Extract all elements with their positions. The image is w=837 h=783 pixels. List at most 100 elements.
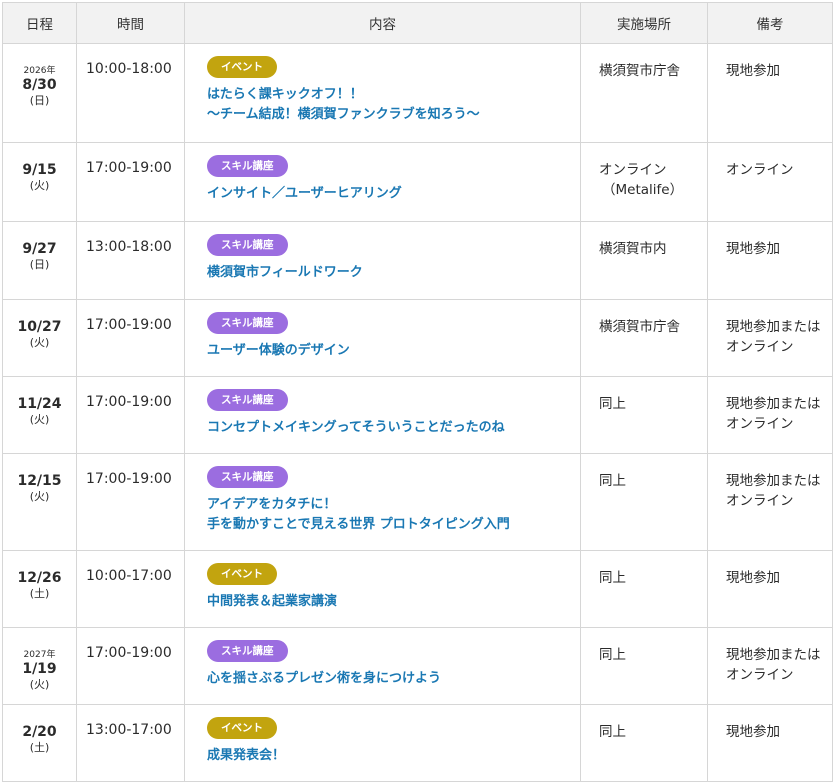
note-line1: 現地参加または — [726, 396, 821, 412]
category-badge: スキル講座 — [207, 466, 288, 488]
note-line1: 現地参加 — [726, 724, 780, 740]
header-content: 内容 — [184, 2, 581, 44]
schedule-time: 10:00-17:00 — [76, 550, 185, 628]
note-line2: オンライン — [726, 493, 794, 509]
header-row: 日程 時間 内容 実施場所 備考 — [2, 2, 833, 44]
place-line1: 同上 — [599, 570, 626, 586]
schedule-place-cell: 横須賀市庁舎 — [580, 299, 708, 377]
category-badge: スキル講座 — [207, 312, 288, 334]
schedule-date: 2/20 — [22, 724, 57, 740]
session-title-line1: 成果発表会！ — [207, 748, 286, 763]
place-line1: 横須賀市内 — [599, 241, 667, 257]
session-title: 横須賀市フィールドワーク — [207, 263, 580, 283]
place-line1: 同上 — [599, 647, 626, 663]
session-title-line1: 心を揺さぶるプレゼン術を身につけよう — [207, 671, 442, 686]
note-line1: 現地参加または — [726, 473, 821, 489]
schedule-content-cell: スキル講座インサイト／ユーザーヒアリング — [184, 142, 581, 222]
schedule-date: 12/15 — [17, 473, 62, 489]
schedule-date: 11/24 — [17, 396, 62, 412]
schedule-time: 10:00-18:00 — [76, 43, 185, 143]
table-row: 10/27 (火) 17:00-19:00 スキル講座 ユーザー体験のデザイン 横須賀市庁… — [2, 299, 833, 377]
note-line1: 現地参加または — [726, 647, 821, 663]
schedule-content-cell: スキル講座横須賀市フィールドワーク — [184, 221, 581, 300]
schedule-content-cell: イベントはたらく課キックオフ！！ ～チーム結成！横須賀ファンクラブを知ろう～ — [184, 43, 581, 143]
schedule-weekday: (火) — [29, 179, 50, 192]
session-title-line1: はたらく課キックオフ！！ — [207, 87, 363, 102]
session-title: コンセプトメイキングってそういうことだったのね — [207, 418, 580, 438]
schedule-date: 12/26 — [17, 570, 62, 586]
schedule-time: 17:00-19:00 — [76, 376, 185, 454]
schedule-year: 2027年 — [23, 650, 56, 660]
schedule-time: 13:00-17:00 — [76, 704, 185, 782]
place-line1: 横須賀市庁舎 — [599, 63, 680, 79]
schedule-date-cell: 12/15 (火) — [2, 453, 77, 551]
schedule-year: 2026年 — [23, 66, 56, 76]
schedule-weekday: (日) — [29, 258, 50, 271]
session-title-line1: 中間発表＆起業家講演 — [207, 594, 338, 609]
note-line1: 現地参加または — [726, 319, 821, 335]
place-line1: 同上 — [599, 473, 626, 489]
session-title-line1: インサイト／ユーザーヒアリング — [207, 186, 402, 201]
session-title-line2: 手を動かすことで見える世界 プロトタイピング入門 — [207, 517, 510, 532]
schedule-note-cell: 現地参加または オンライン — [707, 299, 833, 377]
category-badge: イベント — [207, 563, 277, 585]
schedule-table: 日程 時間 内容 実施場所 備考 2026年 8/30 (日) 10:00-18:00… — [2, 2, 833, 782]
table-row: 2/20 (土) 13:00-17:00 イベント 成果発表会！ 同上 現地参加 — [2, 704, 833, 782]
table-row: 2027年 1/19 (火) 17:00-19:00 スキル講座 心を揺さぶるプレゼン術を… — [2, 627, 833, 705]
category-badge: スキル講座 — [207, 389, 288, 411]
session-title-line1: 横須賀市フィールドワーク — [207, 265, 363, 280]
table-row: 2026年 8/30 (日) 10:00-18:00 イベントはたらく課キックオフ！！ ～… — [2, 43, 833, 143]
schedule-weekday: (火) — [29, 678, 50, 691]
category-badge: イベント — [207, 717, 277, 739]
schedule-date: 9/27 — [22, 241, 57, 257]
schedule-time: 17:00-19:00 — [76, 299, 185, 377]
category-badge: スキル講座 — [207, 234, 288, 256]
schedule-content-cell: スキル講座アイデアをカタチに！ 手を動かすことで見える世界 プロトタイピング入門 — [184, 453, 581, 551]
session-title-line1: ユーザー体験のデザイン — [207, 343, 350, 358]
category-badge: スキル講座 — [207, 155, 288, 177]
schedule-weekday: (土) — [29, 741, 50, 754]
note-line2: オンライン — [726, 339, 794, 355]
note-line1: 現地参加 — [726, 241, 780, 257]
session-title: 中間発表＆起業家講演 — [207, 592, 580, 612]
schedule-weekday: (火) — [29, 413, 50, 426]
session-title-line1: アイデアをカタチに！ — [207, 497, 337, 512]
schedule-date-cell: 9/15 (火) — [2, 142, 77, 222]
schedule-note-cell: 現地参加 — [707, 550, 833, 628]
place-line1: 横須賀市庁舎 — [599, 319, 680, 335]
session-title-line2: ～チーム結成！横須賀ファンクラブを知ろう～ — [207, 107, 480, 122]
schedule-date: 1/19 — [22, 661, 57, 677]
schedule-note-cell: 現地参加または オンライン — [707, 453, 833, 551]
schedule-weekday: (土) — [29, 587, 50, 600]
schedule-place-cell: 横須賀市内 — [580, 221, 708, 300]
header-date: 日程 — [2, 2, 77, 44]
schedule-note-cell: 現地参加 — [707, 221, 833, 300]
schedule-time: 17:00-19:00 — [76, 142, 185, 222]
category-badge: イベント — [207, 56, 277, 78]
schedule-place-cell: 同上 — [580, 704, 708, 782]
place-line1: 同上 — [599, 396, 626, 412]
note-line2: オンライン — [726, 667, 794, 683]
session-title-line1: コンセプトメイキングってそういうことだったのね — [207, 420, 505, 435]
schedule-date: 9/15 — [22, 162, 57, 178]
session-title: インサイト／ユーザーヒアリング — [207, 184, 580, 204]
schedule-time: 17:00-19:00 — [76, 627, 185, 705]
note-line1: オンライン — [726, 162, 794, 178]
schedule-weekday: (日) — [29, 94, 50, 107]
place-line1: 同上 — [599, 724, 626, 740]
schedule-place-cell: 同上 — [580, 627, 708, 705]
schedule-note-cell: 現地参加 — [707, 704, 833, 782]
table-row: 9/15 (火) 17:00-19:00 スキル講座 インサイト／ユーザーヒアリング オン… — [2, 142, 833, 222]
session-title: 心を揺さぶるプレゼン術を身につけよう — [207, 669, 580, 689]
session-title: ユーザー体験のデザイン — [207, 341, 580, 361]
schedule-date-cell: 2/20 (土) — [2, 704, 77, 782]
table-row: 9/27 (日) 13:00-18:00 スキル講座 横須賀市フィールドワーク 横須賀市内… — [2, 221, 833, 300]
table-row: 11/24 (火) 17:00-19:00 スキル講座 コンセプトメイキングってそういう… — [2, 376, 833, 454]
schedule-note-cell: 現地参加または オンライン — [707, 376, 833, 454]
schedule-date-cell: 12/26 (土) — [2, 550, 77, 628]
schedule-date-cell: 11/24 (火) — [2, 376, 77, 454]
schedule-date: 8/30 — [22, 77, 57, 93]
schedule-time: 17:00-19:00 — [76, 453, 185, 551]
note-line2: オンライン — [726, 416, 794, 432]
schedule-place-cell: 同上 — [580, 550, 708, 628]
